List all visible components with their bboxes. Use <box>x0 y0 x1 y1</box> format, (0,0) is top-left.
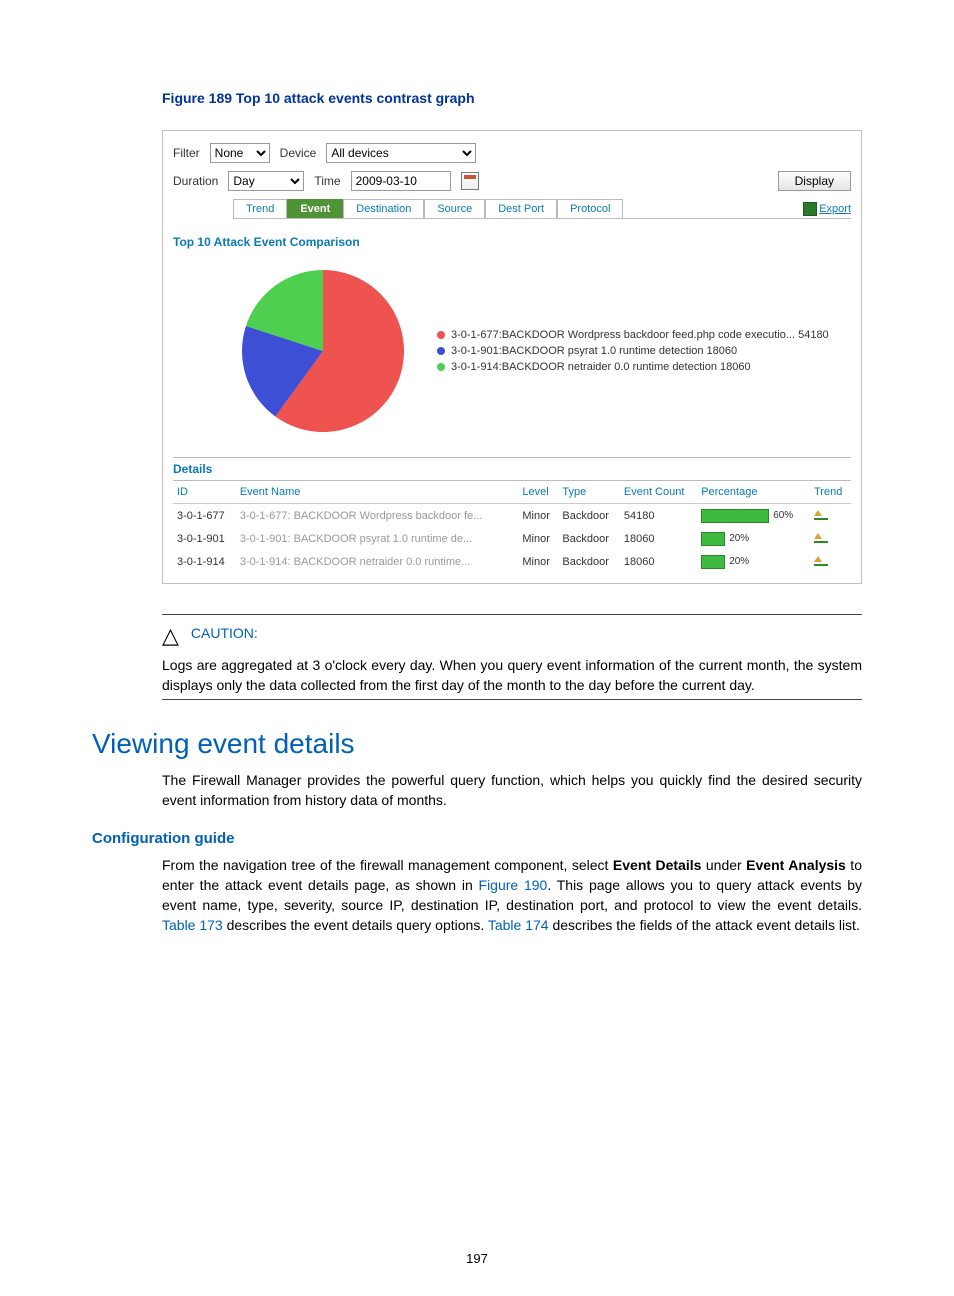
tab-protocol[interactable]: Protocol <box>557 199 623 218</box>
legend-item: 3-0-1-914:BACKDOOR netraider 0.0 runtime… <box>437 361 829 373</box>
event-name-link[interactable]: 3-0-1-914: BACKDOOR netraider 0.0 runtim… <box>236 550 519 573</box>
screenshot-panel: Filter None Device All devices Duration … <box>162 130 862 584</box>
caution-title: CAUTION: <box>191 625 258 641</box>
col-header: Level <box>518 481 558 504</box>
details-table: IDEvent NameLevelTypeEvent CountPercenta… <box>173 481 851 573</box>
trend-icon[interactable] <box>814 531 828 543</box>
tab-event[interactable]: Event <box>287 199 343 218</box>
tab-source[interactable]: Source <box>424 199 485 218</box>
col-header: Trend <box>810 481 851 504</box>
caution-body: Logs are aggregated at 3 o'clock every d… <box>162 655 862 700</box>
duration-select[interactable]: Day <box>228 171 304 191</box>
time-label: Time <box>314 174 340 188</box>
tab-trend[interactable]: Trend <box>233 199 287 218</box>
filter-select[interactable]: None <box>210 143 270 163</box>
device-select[interactable]: All devices <box>326 143 476 163</box>
filter-label: Filter <box>173 146 200 160</box>
display-button[interactable]: Display <box>778 171 851 191</box>
duration-label: Duration <box>173 174 218 188</box>
table-173-link[interactable]: Table 173 <box>162 917 223 933</box>
table-row: 3-0-1-9013-0-1-901: BACKDOOR psyrat 1.0 … <box>173 527 851 550</box>
page-number: 197 <box>0 1251 954 1266</box>
time-input[interactable] <box>351 171 451 191</box>
tab-destination[interactable]: Destination <box>343 199 424 218</box>
legend-item: 3-0-1-677:BACKDOOR Wordpress backdoor fe… <box>437 329 829 341</box>
chart-legend: 3-0-1-677:BACKDOOR Wordpress backdoor fe… <box>437 325 829 377</box>
figure-caption: Figure 189 Top 10 attack events contrast… <box>162 90 862 106</box>
table-row: 3-0-1-6773-0-1-677: BACKDOOR Wordpress b… <box>173 504 851 528</box>
details-header: Details <box>173 457 851 481</box>
table-row: 3-0-1-9143-0-1-914: BACKDOOR netraider 0… <box>173 550 851 573</box>
caution-icon: △ <box>162 625 179 647</box>
calendar-icon[interactable] <box>461 172 479 190</box>
device-label: Device <box>280 146 317 160</box>
trend-icon[interactable] <box>814 554 828 566</box>
event-name-link[interactable]: 3-0-1-677: BACKDOOR Wordpress backdoor f… <box>236 504 519 528</box>
col-header: Event Name <box>236 481 519 504</box>
col-header: ID <box>173 481 236 504</box>
event-name-link[interactable]: 3-0-1-901: BACKDOOR psyrat 1.0 runtime d… <box>236 527 519 550</box>
col-header: Type <box>558 481 619 504</box>
col-header: Percentage <box>697 481 810 504</box>
tab-row: TrendEventDestinationSourceDest PortProt… <box>233 199 851 218</box>
pie-chart <box>233 261 413 441</box>
tab-dest-port[interactable]: Dest Port <box>485 199 557 218</box>
trend-icon[interactable] <box>814 508 828 520</box>
config-heading: Configuration guide <box>92 830 862 847</box>
chart-title: Top 10 Attack Event Comparison <box>173 235 851 249</box>
section-intro: The Firewall Manager provides the powerf… <box>162 770 862 810</box>
section-heading: Viewing event details <box>92 728 862 760</box>
export-link[interactable]: Export <box>803 202 851 216</box>
legend-item: 3-0-1-901:BACKDOOR psyrat 1.0 runtime de… <box>437 345 829 357</box>
excel-icon <box>803 202 817 216</box>
table-174-link[interactable]: Table 174 <box>488 917 549 933</box>
figure-190-link[interactable]: Figure 190 <box>479 877 548 893</box>
config-paragraph: From the navigation tree of the firewall… <box>162 855 862 935</box>
col-header: Event Count <box>620 481 697 504</box>
